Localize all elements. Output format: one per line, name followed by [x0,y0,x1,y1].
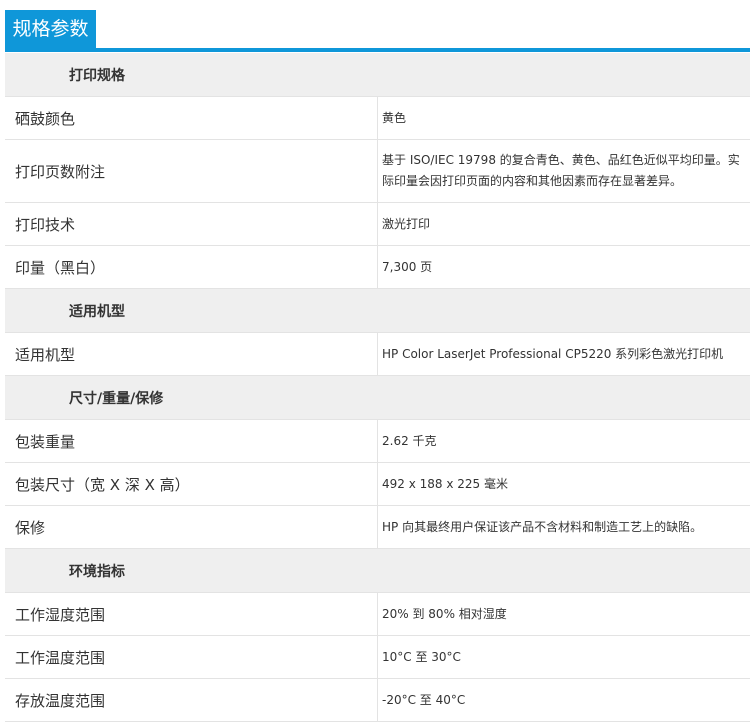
spec-row: 工作湿度范围 20% 到 80% 相对湿度 [5,592,750,636]
spec-label: 包装尺寸（宽 X 深 X 高） [5,462,378,506]
spec-header: 规格参数 [0,0,750,54]
spec-table: 打印规格 硒鼓颜色 黄色 打印页数附注 基于 ISO/IEC 19798 的复合… [5,53,750,722]
spec-row: 适用机型 HP Color LaserJet Professional CP52… [5,332,750,376]
spec-tab-title[interactable]: 规格参数 [5,10,96,49]
section-title: 环境指标 [5,548,750,593]
section-header-size-weight-warranty: 尺寸/重量/保修 [5,375,750,420]
spec-label: 工作湿度范围 [5,592,378,636]
spec-label: 打印技术 [5,202,378,246]
header-divider [5,48,750,52]
spec-row: 打印技术 激光打印 [5,202,750,246]
spec-label: 适用机型 [5,332,378,376]
section-title: 适用机型 [5,288,750,333]
spec-value: 黄色 [377,96,750,140]
spec-value: -20°C 至 40°C [377,678,750,722]
spec-label: 包装重量 [5,419,378,463]
section-header-print-specs: 打印规格 [5,53,750,97]
section-title: 打印规格 [5,53,750,97]
spec-value: 20% 到 80% 相对湿度 [377,592,750,636]
spec-label: 打印页数附注 [5,139,378,203]
spec-value: 7,300 页 [377,245,750,289]
spec-value: 激光打印 [377,202,750,246]
spec-row: 印量（黑白） 7,300 页 [5,245,750,289]
spec-row: 工作温度范围 10°C 至 30°C [5,635,750,679]
spec-row: 包装重量 2.62 千克 [5,419,750,463]
spec-row: 打印页数附注 基于 ISO/IEC 19798 的复合青色、黄色、品红色近似平均… [5,139,750,203]
spec-row: 存放温度范围 -20°C 至 40°C [5,678,750,722]
spec-label: 硒鼓颜色 [5,96,378,140]
spec-row: 保修 HP 向其最终用户保证该产品不含材料和制造工艺上的缺陷。 [5,505,750,549]
spec-row: 包装尺寸（宽 X 深 X 高） 492 x 188 x 225 毫米 [5,462,750,506]
spec-label: 印量（黑白） [5,245,378,289]
spec-value: 基于 ISO/IEC 19798 的复合青色、黄色、品红色近似平均印量。实际印量… [377,139,750,203]
section-title: 尺寸/重量/保修 [5,375,750,420]
section-header-compatible-models: 适用机型 [5,288,750,333]
spec-value: HP 向其最终用户保证该产品不含材料和制造工艺上的缺陷。 [377,505,750,549]
spec-row: 硒鼓颜色 黄色 [5,96,750,140]
spec-label: 工作温度范围 [5,635,378,679]
spec-value: HP Color LaserJet Professional CP5220 系列… [377,332,750,376]
section-header-environment: 环境指标 [5,548,750,593]
spec-value: 10°C 至 30°C [377,635,750,679]
spec-value: 492 x 188 x 225 毫米 [377,462,750,506]
spec-label: 保修 [5,505,378,549]
spec-value: 2.62 千克 [377,419,750,463]
spec-label: 存放温度范围 [5,678,378,722]
